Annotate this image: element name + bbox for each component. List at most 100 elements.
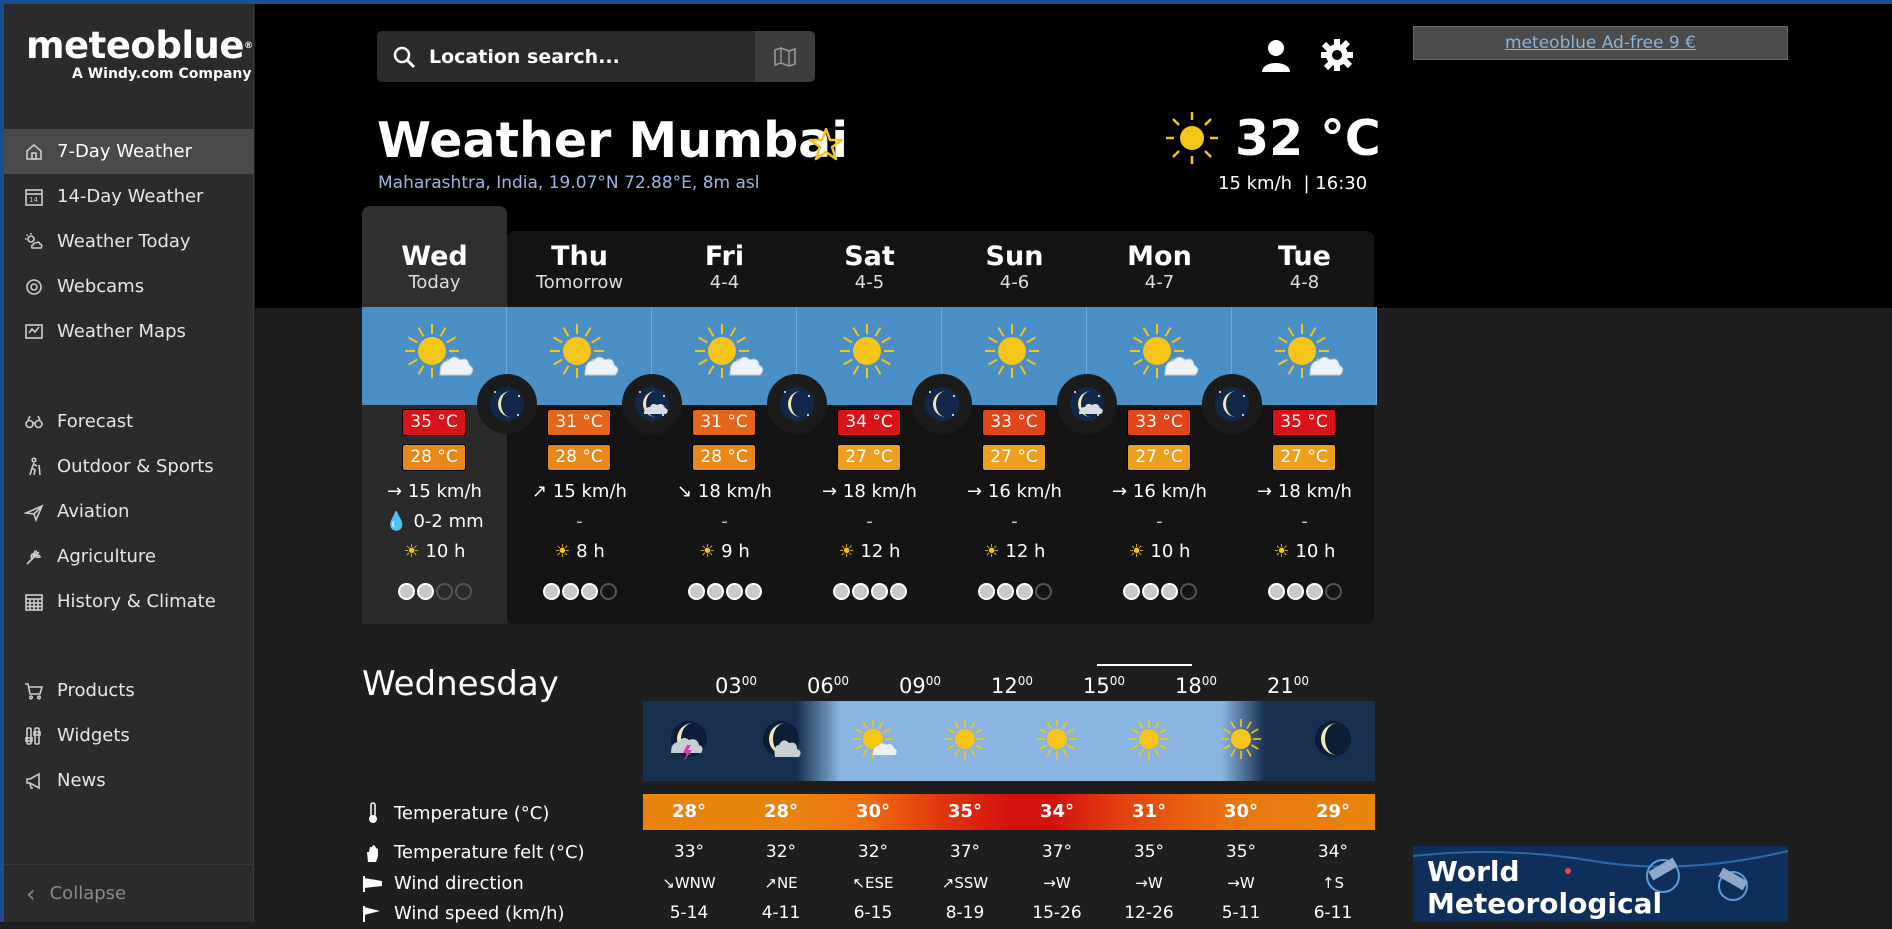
sidebar-item-webcams[interactable]: Webcams (4, 264, 254, 309)
ad-free-banner[interactable]: meteoblue Ad-free 9 € (1413, 26, 1788, 60)
predictability-dot (870, 583, 888, 600)
sunshine-hours: 10 h (425, 541, 466, 562)
sidebar: meteoblue® A Windy.com Company 7-Day Wea… (4, 4, 254, 922)
search-input[interactable]: Location search... (429, 46, 755, 68)
day-date: 4-8 (1289, 272, 1320, 293)
predictability-dot (1267, 583, 1285, 600)
hour-label: 1200 (991, 674, 1033, 698)
day-details: 31 °C 28 °C ↗ 15 km/h - ☀ 8 h (507, 405, 652, 624)
hour-label: 0900 (899, 674, 941, 698)
wind-direction-label: Wind direction (394, 873, 524, 894)
hourly-felt-temperature: 32° (765, 842, 797, 862)
sidebar-item-forecast[interactable]: Forecast (4, 399, 254, 444)
precipitation-value: - (1301, 511, 1308, 532)
night-moon-icon (622, 374, 682, 434)
min-temperature: 27 °C (837, 444, 901, 471)
predictability-dot (561, 583, 579, 600)
logo-text: meteoblue (26, 24, 244, 67)
night-moon-icon (1057, 374, 1117, 434)
hourly-wind-speed: 6-15 (853, 903, 893, 923)
day-wind: → 16 km/h (942, 481, 1087, 502)
hour-minutes: 00 (1293, 674, 1310, 688)
night-moon-icon (477, 374, 537, 434)
hour-minutes: 00 (1201, 674, 1218, 688)
day-wind: → 16 km/h (1087, 481, 1232, 502)
sidebar-item-weather-maps[interactable]: Weather Maps (4, 309, 254, 354)
favorite-star-icon[interactable] (808, 126, 844, 162)
sidebar-item-14-day-weather[interactable]: 14 14-Day Weather (4, 174, 254, 219)
wind-arrow-icon: → (1043, 874, 1056, 892)
user-icon[interactable] (1260, 38, 1292, 74)
predictability (507, 583, 652, 604)
sidebar-item-label: News (57, 770, 106, 791)
predictability-dot (1179, 583, 1197, 600)
sun-small-icon: ☀ (1128, 541, 1145, 562)
day-details: 33 °C 27 °C → 16 km/h - ☀ 10 h (1087, 405, 1232, 624)
wind-arrow-icon: → (387, 481, 403, 502)
sidebar-item-label: 7-Day Weather (57, 141, 192, 162)
plane-icon (24, 502, 44, 522)
predictability (652, 583, 797, 604)
sidebar-item-outdoor-sports[interactable]: Outdoor & Sports (4, 444, 254, 489)
sun-small-icon: ☀ (699, 541, 716, 562)
day-name: Mon (1127, 241, 1192, 272)
wind-direction-value: ESE (865, 874, 894, 892)
predictability-dot (1122, 583, 1140, 600)
hourly-wind-direction: →W (1011, 874, 1103, 892)
gear-icon[interactable] (1320, 38, 1354, 72)
sidebar-item-history-climate[interactable]: History & Climate (4, 579, 254, 624)
wind-arrow-icon: → (1227, 874, 1240, 892)
meteoblue-logo[interactable]: meteoblue® A Windy.com Company (26, 24, 253, 83)
day-wind: → 15 km/h (362, 481, 507, 502)
wind-speed-row-label: Wind speed (km/h) (362, 903, 565, 924)
home-icon (24, 142, 44, 162)
sidebar-item-weather-today[interactable]: Weather Today (4, 219, 254, 264)
max-temperature: 31 °C (692, 409, 756, 436)
wind-arrow-icon: → (1257, 481, 1273, 502)
cart-icon (24, 681, 44, 701)
hourly-wind-speed: 4-11 (761, 903, 801, 923)
sidebar-item-widgets[interactable]: Widgets (4, 713, 254, 758)
hourly-wind-direction: ↗SSW (919, 874, 1011, 892)
sidebar-item-label: Agriculture (57, 546, 156, 567)
wind-speed: 18 km/h (697, 481, 772, 502)
hour-labels: 0300 0600 0900 1200 1500 1800 2100 (643, 674, 1375, 702)
night-moon-icon (1202, 374, 1262, 434)
hour-value: 03 (715, 674, 742, 698)
sidebar-item-aviation[interactable]: Aviation (4, 489, 254, 534)
megaphone-icon (24, 771, 44, 791)
hour-value: 09 (899, 674, 926, 698)
hourly-wind-direction: →W (1103, 874, 1195, 892)
wind-direction-value: SSW (954, 874, 989, 892)
wmo-banner[interactable]: World Meteorological (1413, 846, 1788, 922)
svg-text:14: 14 (29, 196, 38, 204)
hourly-temperature: 29° (1315, 801, 1351, 822)
ad-free-link[interactable]: meteoblue Ad-free 9 € (1505, 33, 1696, 53)
predictability-dot (397, 583, 415, 600)
sidebar-item-products[interactable]: Products (4, 668, 254, 713)
night-moon-icon (767, 374, 827, 434)
sunshine-hours: 9 h (721, 541, 750, 562)
sidebar-item-agriculture[interactable]: Agriculture (4, 534, 254, 579)
day-sunshine: ☀ 9 h (652, 541, 797, 562)
sidebar-item-label: Forecast (57, 411, 134, 432)
hourly-temperature: 28° (763, 801, 799, 822)
min-temperature: 28 °C (402, 444, 466, 471)
sun-icon (1119, 709, 1179, 769)
search-icon (393, 46, 416, 68)
seven-day-forecast: Wed Today 35 °C 28 °C → 15 km/h 💧 0-2 mm… (362, 206, 1377, 624)
predictability-dot (832, 583, 850, 600)
map-button[interactable] (755, 31, 815, 82)
collapse-button[interactable]: ‹ Collapse (4, 864, 254, 922)
sidebar-item-7-day-weather[interactable]: 7-Day Weather (4, 129, 254, 174)
precipitation-value: - (576, 511, 583, 532)
hourly-wind-direction: →W (1195, 874, 1287, 892)
day-precipitation: - (1087, 511, 1232, 532)
precipitation-value: - (1011, 511, 1018, 532)
hour-label: 1500 (1083, 674, 1125, 698)
location-search[interactable]: Location search... (377, 31, 815, 82)
hour-minutes: 00 (1017, 674, 1034, 688)
predictability-dot (435, 583, 453, 600)
hourly-wind-direction: ↖ESE (827, 874, 919, 892)
sidebar-item-news[interactable]: News (4, 758, 254, 803)
